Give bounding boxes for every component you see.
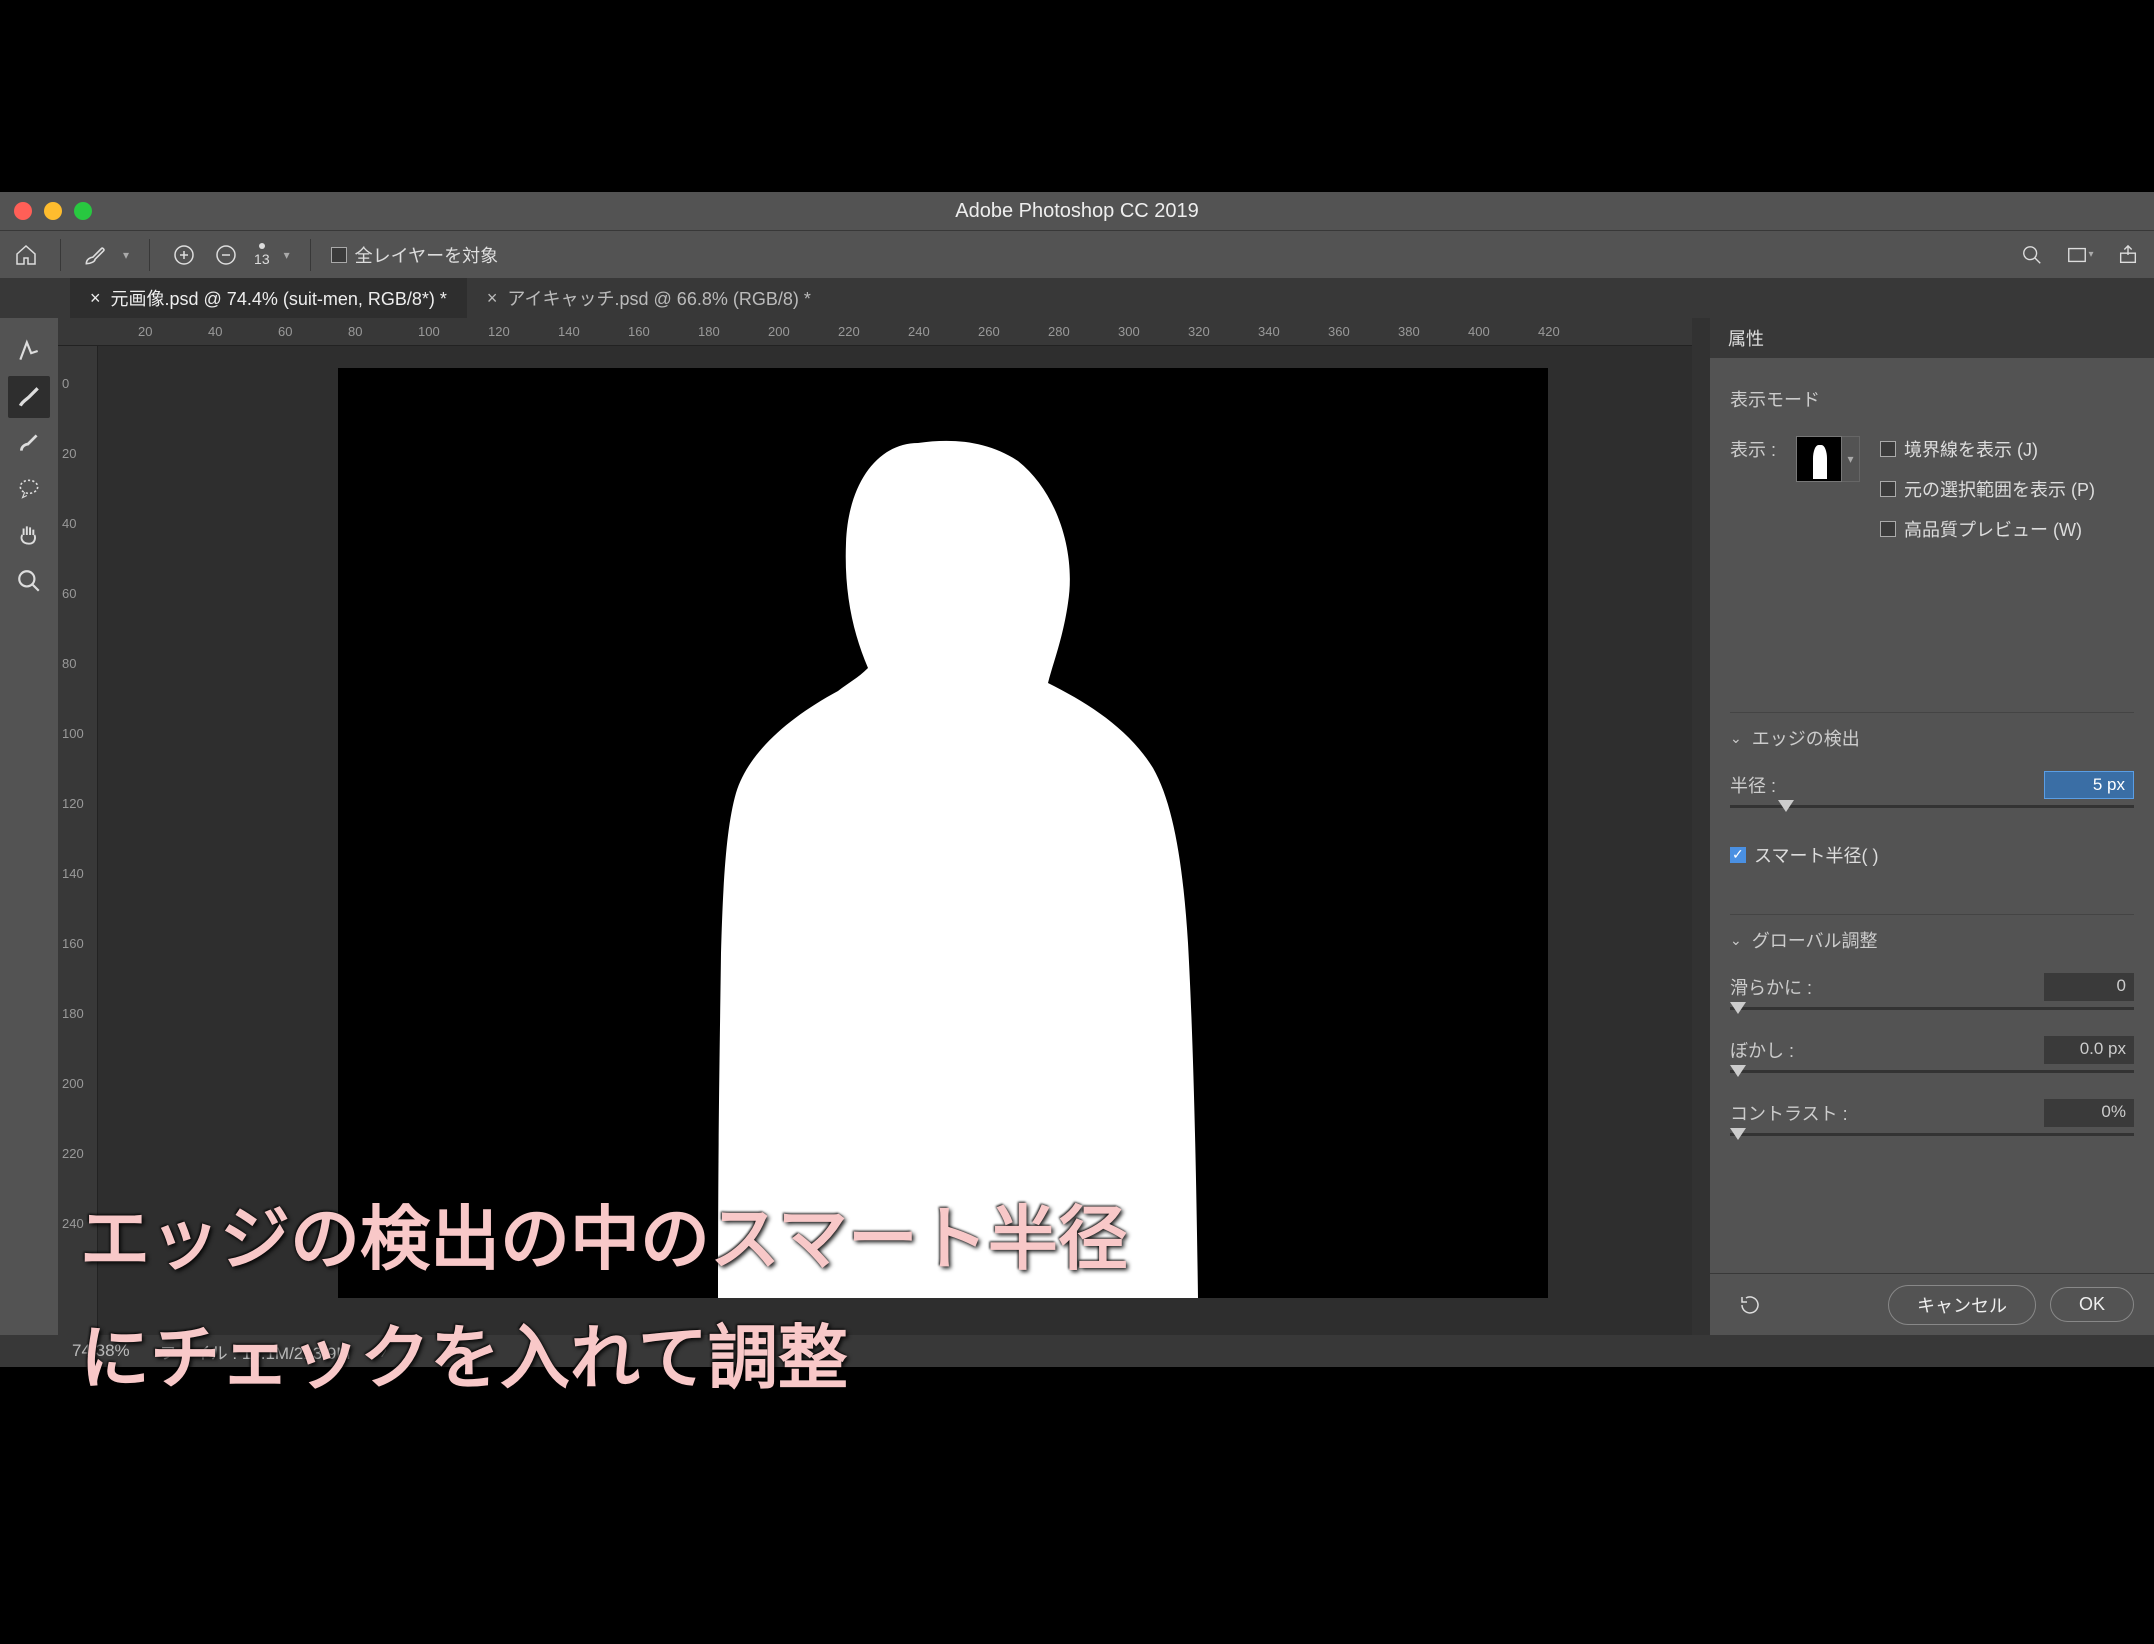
view-dropdown-icon[interactable]: ▾ — [1842, 436, 1860, 482]
divider — [310, 239, 311, 271]
window-title: Adobe Photoshop CC 2019 — [955, 200, 1199, 223]
edge-detection-header[interactable]: ⌄エッジの検出 — [1730, 725, 2134, 751]
panel-gap — [1692, 318, 1710, 1335]
smart-radius-checkbox[interactable]: スマート半径( ) — [1730, 842, 2134, 868]
home-icon[interactable] — [12, 241, 40, 269]
close-tab-icon[interactable]: × — [487, 288, 498, 309]
contrast-slider[interactable] — [1730, 1133, 2134, 1136]
reset-icon[interactable] — [1736, 1291, 1764, 1319]
close-window-icon[interactable] — [14, 202, 32, 220]
feather-label: ぼかし : — [1730, 1037, 1794, 1063]
all-layers-checkbox[interactable]: 全レイヤーを対象 — [331, 242, 498, 268]
global-adjust-header[interactable]: ⌄グローバル調整 — [1730, 927, 2134, 953]
radius-label: 半径 : — [1730, 772, 1776, 798]
brush-size-stepper[interactable]: 13 — [254, 243, 270, 267]
panel-footer: キャンセル OK — [1710, 1273, 2154, 1335]
canvas[interactable] — [338, 368, 1548, 1298]
radius-input[interactable]: 5 px — [2044, 771, 2134, 799]
hand-tool[interactable] — [8, 514, 50, 556]
panel-title: 属性 — [1710, 318, 2154, 358]
minimize-window-icon[interactable] — [44, 202, 62, 220]
show-original-checkbox[interactable]: 元の選択範囲を表示 (P) — [1880, 476, 2095, 502]
divider — [60, 239, 61, 271]
mask-silhouette — [718, 433, 1198, 1298]
ok-button[interactable]: OK — [2050, 1287, 2134, 1322]
document-tabs: × 元画像.psd @ 74.4% (suit-men, RGB/8*) * ×… — [0, 278, 2154, 318]
toolbar — [0, 318, 58, 1335]
search-icon[interactable] — [2018, 241, 2046, 269]
add-selection-icon[interactable] — [170, 241, 198, 269]
horizontal-ruler: 2040608010012014016018020022024026028030… — [58, 318, 1692, 346]
smooth-input[interactable]: 0 — [2044, 973, 2134, 1001]
traffic-lights — [0, 202, 92, 220]
smooth-slider[interactable] — [1730, 1007, 2134, 1010]
view-thumbnail[interactable] — [1796, 436, 1842, 482]
brush-tool-icon[interactable] — [81, 241, 109, 269]
chevron-down-icon: ⌄ — [1730, 932, 1742, 949]
show-label: 表示 : — [1730, 436, 1776, 462]
screen-mode-icon[interactable]: ▾ — [2066, 241, 2094, 269]
checkbox-icon — [331, 247, 347, 263]
subtract-selection-icon[interactable] — [212, 241, 240, 269]
smooth-label: 滑らかに : — [1730, 974, 1812, 1000]
divider — [149, 239, 150, 271]
brush-tool[interactable] — [8, 422, 50, 464]
radius-slider[interactable] — [1730, 805, 2134, 808]
options-bar: ▾ 13 ▾ 全レイヤーを対象 ▾ — [0, 230, 2154, 278]
lasso-tool[interactable] — [8, 468, 50, 510]
properties-panel: 属性 表示モード 表示 : ▾ 境界線を表示 (J) 元の選択範囲を表示 (P) — [1710, 318, 2154, 1335]
share-icon[interactable] — [2114, 241, 2142, 269]
quick-select-tool[interactable] — [8, 330, 50, 372]
brush-dot-icon — [259, 243, 265, 249]
contrast-input[interactable]: 0% — [2044, 1099, 2134, 1127]
annotation-overlay: エッジの検出の中のスマート半径 にチェックを入れて調整 — [80, 1180, 1128, 1418]
chevron-down-icon: ⌄ — [1730, 730, 1742, 747]
titlebar: Adobe Photoshop CC 2019 — [0, 192, 2154, 230]
maximize-window-icon[interactable] — [74, 202, 92, 220]
feather-input[interactable]: 0.0 px — [2044, 1036, 2134, 1064]
contrast-label: コントラスト : — [1730, 1100, 1848, 1126]
zoom-tool[interactable] — [8, 560, 50, 602]
feather-slider[interactable] — [1730, 1070, 2134, 1073]
tab-document-2[interactable]: × アイキャッチ.psd @ 66.8% (RGB/8) * — [467, 278, 831, 318]
close-tab-icon[interactable]: × — [90, 288, 101, 309]
tab-document-1[interactable]: × 元画像.psd @ 74.4% (suit-men, RGB/8*) * — [70, 278, 467, 318]
high-quality-checkbox[interactable]: 高品質プレビュー (W) — [1880, 516, 2095, 542]
viewmode-label: 表示モード — [1730, 386, 2134, 412]
refine-brush-tool[interactable] — [8, 376, 50, 418]
show-border-checkbox[interactable]: 境界線を表示 (J) — [1880, 436, 2095, 462]
cancel-button[interactable]: キャンセル — [1888, 1285, 2036, 1325]
